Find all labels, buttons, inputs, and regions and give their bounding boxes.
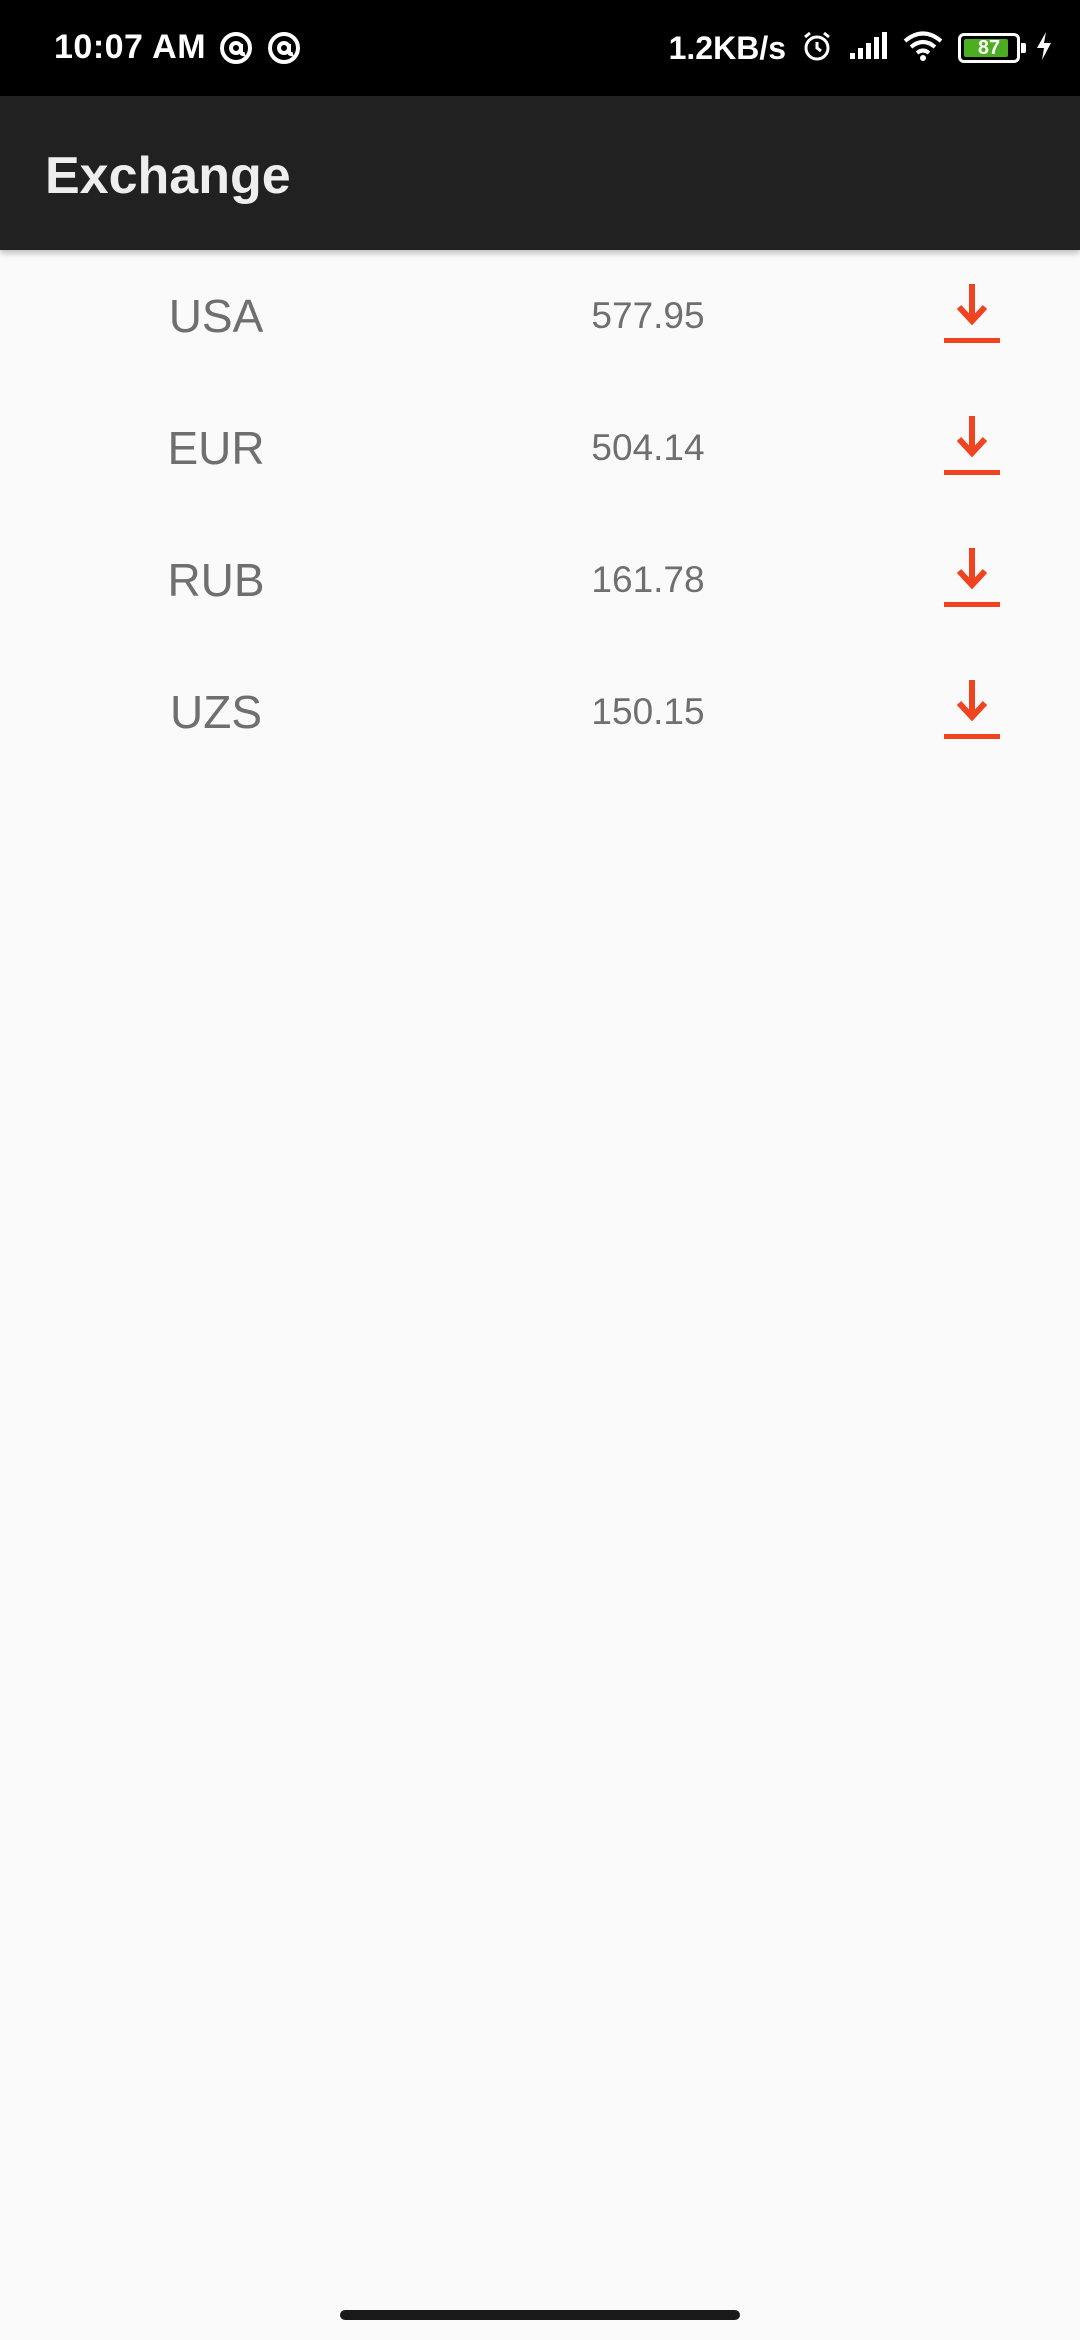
- currency-code: EUR: [167, 422, 265, 474]
- page-title: Exchange: [45, 147, 291, 205]
- download-icon: [944, 416, 1000, 475]
- at-sign-icon: [218, 30, 254, 71]
- list-item: EUR 504.14: [0, 382, 1080, 514]
- currency-rate: 150.15: [591, 691, 705, 732]
- list-item: RUB 161.78: [0, 514, 1080, 646]
- exchange-rate-list: USA 577.95 EUR 504.14 RUB 161.78 UZS 150…: [0, 250, 1080, 778]
- download-icon: [944, 284, 1000, 343]
- wifi-icon: [902, 30, 944, 67]
- download-button[interactable]: [942, 674, 1002, 746]
- currency-rate: 504.14: [591, 427, 705, 468]
- charging-icon: [1034, 31, 1054, 66]
- at-sign-icon: [266, 30, 302, 71]
- list-item: USA 577.95: [0, 250, 1080, 382]
- network-speed: 1.2KB/s: [668, 29, 786, 66]
- home-indicator[interactable]: [340, 2310, 740, 2320]
- app-bar: Exchange: [0, 96, 1080, 250]
- download-icon: [944, 680, 1000, 739]
- currency-rate: 161.78: [591, 559, 705, 600]
- signal-icon: [848, 31, 888, 66]
- battery-level: 87: [977, 36, 1001, 59]
- currency-code: UZS: [170, 686, 262, 738]
- currency-rate: 577.95: [591, 295, 705, 336]
- alarm-icon: [800, 29, 834, 68]
- list-item: UZS 150.15: [0, 646, 1080, 778]
- download-button[interactable]: [942, 542, 1002, 614]
- download-icon: [944, 548, 1000, 607]
- battery-icon: 87: [958, 33, 1026, 63]
- status-time: 10:07 AM: [54, 28, 207, 66]
- download-button[interactable]: [942, 278, 1002, 350]
- currency-code: RUB: [167, 554, 265, 606]
- currency-code: USA: [168, 290, 264, 342]
- status-indicators: 1.2KB/s 87: [669, 26, 1054, 70]
- download-button[interactable]: [942, 410, 1002, 482]
- status-bar: 10:07 AM 1.2KB/s 87: [0, 0, 1080, 96]
- notification-icons: [218, 30, 302, 71]
